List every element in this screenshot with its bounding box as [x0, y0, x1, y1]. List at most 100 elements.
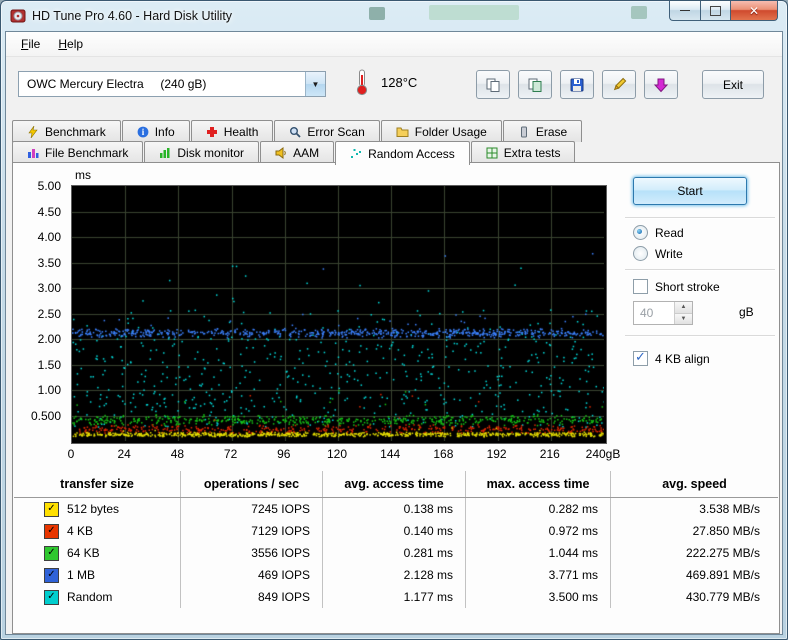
tab-error-scan[interactable]: Error Scan	[274, 120, 380, 142]
avg-speed-value: 469.891 MB/s	[685, 568, 760, 582]
series-checkbox[interactable]: ✓	[44, 567, 59, 583]
x-tick-label: 0	[67, 447, 75, 461]
thermometer-icon	[355, 68, 369, 96]
tab-health[interactable]: Health	[190, 120, 274, 142]
header-avg-speed: avg. speed	[662, 477, 727, 491]
iops-value: 3556 IOPS	[181, 542, 323, 564]
y-tick-label: 2.50	[37, 306, 61, 321]
benchmark-icon	[27, 125, 39, 138]
series-checkbox[interactable]: ✓	[44, 523, 59, 539]
x-tick-label: 96	[277, 447, 291, 461]
4kb-align-label: 4 KB align	[655, 351, 710, 366]
y-axis-unit-label: ms	[75, 168, 91, 182]
iops-value: 7129 IOPS	[181, 520, 323, 542]
series-checkbox[interactable]: ✓	[44, 589, 59, 605]
series-checkbox[interactable]: ✓	[44, 545, 59, 561]
glass-artifact	[631, 6, 647, 19]
separator	[625, 335, 775, 337]
avg-access-value: 0.138 ms	[323, 498, 466, 520]
tab-extra-tests[interactable]: Extra tests	[470, 141, 576, 163]
tab-benchmark[interactable]: Benchmark	[12, 120, 121, 142]
minimize-button[interactable]: —	[669, 1, 700, 21]
separator	[625, 217, 775, 219]
tab-disk-monitor[interactable]: Disk monitor	[144, 141, 260, 163]
max-access-value: 3.771 ms	[466, 564, 611, 586]
table-row: ✓ 512 bytes 7245 IOPS 0.138 ms 0.282 ms …	[14, 498, 778, 520]
write-radio[interactable]	[633, 246, 648, 261]
y-tick-label: 3.00	[37, 281, 61, 295]
x-tick-label: 240gB	[585, 447, 621, 461]
info-icon: i	[137, 126, 149, 138]
transfer-size-label: 512 bytes	[67, 502, 120, 516]
capture-button[interactable]	[644, 70, 678, 99]
spin-up-icon[interactable]: ▲	[675, 302, 692, 314]
y-tick-label: 4.50	[37, 204, 61, 219]
extra-tests-icon	[486, 147, 498, 159]
y-tick-label: 4.00	[37, 230, 61, 244]
menu-bar: File Help	[6, 32, 782, 57]
copy-image-button[interactable]	[518, 70, 552, 99]
series-checkbox[interactable]: ✓	[44, 501, 59, 517]
avg-speed-value: 27.850 MB/s	[692, 524, 760, 538]
transfer-size-label: 4 KB	[67, 524, 94, 538]
results-table: transfer size operations / sec avg. acce…	[14, 471, 778, 608]
eraser-icon	[518, 126, 530, 138]
short-stroke-label: Short stroke	[655, 279, 720, 294]
tab-strip: Benchmark i Info Health Error Scan Folde…	[12, 120, 776, 165]
transfer-size-label: 64 KB	[67, 546, 100, 560]
maximize-button[interactable]	[700, 1, 730, 21]
window-controls: — ✕	[669, 1, 778, 21]
start-button[interactable]: Start	[633, 177, 747, 205]
tab-aam[interactable]: AAM	[260, 141, 335, 163]
tab-random-access[interactable]: Random Access	[335, 141, 470, 165]
4kb-align-checkbox[interactable]	[633, 349, 648, 366]
chevron-down-icon[interactable]: ▼	[305, 72, 325, 96]
titlebar[interactable]: HD Tune Pro 4.60 - Hard Disk Utility — ✕	[1, 1, 787, 31]
app-icon	[10, 8, 26, 24]
max-access-value: 0.282 ms	[466, 498, 611, 520]
health-cross-icon	[206, 126, 218, 138]
max-access-value: 3.500 ms	[466, 586, 611, 608]
file-benchmark-icon	[27, 147, 39, 159]
avg-speed-value: 3.538 MB/s	[699, 502, 760, 516]
folder-icon	[396, 126, 409, 138]
benchmark-plot	[72, 186, 604, 441]
y-tick-label: 0.500	[30, 408, 61, 423]
menu-file[interactable]: File	[12, 34, 49, 54]
toolbar: OWC Mercury Electra (240 gB) ▼ 128°C Exi…	[6, 57, 782, 109]
spin-down-icon[interactable]: ▼	[675, 313, 692, 324]
copy-button[interactable]	[476, 70, 510, 99]
transfer-size-label: Random	[67, 590, 113, 604]
magnifier-icon	[289, 126, 302, 138]
tab-file-benchmark[interactable]: File Benchmark	[12, 141, 144, 163]
tab-erase[interactable]: Erase	[502, 120, 583, 142]
drive-select-value: OWC Mercury Electra (240 gB)	[27, 77, 207, 91]
short-stroke-size-value[interactable]: 40	[634, 302, 674, 324]
copy-icon	[485, 77, 501, 93]
tab-info[interactable]: i Info	[121, 120, 190, 142]
drive-select-dropdown[interactable]: OWC Mercury Electra (240 gB) ▼	[18, 71, 326, 97]
read-radio-row: Read	[633, 225, 684, 240]
short-stroke-size-stepper[interactable]: 40 ▲ ▼	[633, 301, 693, 325]
tab-folder-usage[interactable]: Folder Usage	[380, 120, 502, 142]
close-button[interactable]: ✕	[730, 1, 778, 21]
maximize-icon	[710, 5, 721, 16]
exit-button[interactable]: Exit	[702, 70, 764, 99]
x-tick-label: 48	[170, 447, 185, 461]
x-tick-label: 192	[486, 447, 507, 461]
save-button[interactable]	[560, 70, 594, 99]
short-stroke-checkbox[interactable]	[633, 279, 648, 294]
table-row: ✓ 1 MB 469 IOPS 2.128 ms 3.771 ms 469.89…	[14, 564, 778, 586]
menu-help[interactable]: Help	[49, 34, 92, 54]
glass-artifact	[369, 7, 385, 20]
x-tick-label: 168	[433, 447, 454, 461]
y-axis-labels: 5.00 4.50 4.00 3.50 3.00 2.50 2.00 1.50 1.00 0.50…	[13, 179, 63, 442]
read-label: Read	[655, 225, 684, 240]
options-button[interactable]	[602, 70, 636, 99]
avg-access-value: 0.140 ms	[323, 520, 466, 542]
transfer-size-label: 1 MB	[67, 568, 96, 582]
avg-access-value: 2.128 ms	[323, 564, 466, 586]
header-max-access: max. access time	[466, 471, 611, 497]
short-stroke-row: Short stroke	[633, 279, 720, 294]
read-radio[interactable]	[633, 225, 648, 240]
